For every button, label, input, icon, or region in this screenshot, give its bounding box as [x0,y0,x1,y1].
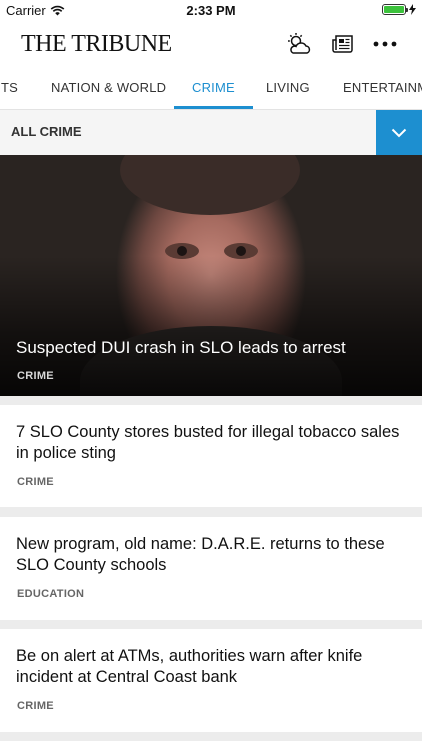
more-icon [373,41,397,47]
tab-crime[interactable]: CRIME [174,66,253,109]
chevron-down-icon [391,128,407,137]
hero-photo-hair [120,155,300,215]
status-right [382,4,416,15]
epaper-button[interactable] [328,30,358,58]
story-card[interactable]: Be on alert at ATMs, authorities warn af… [0,629,422,732]
subsection-dropdown-button[interactable] [376,110,422,155]
tab-nation-world[interactable]: NATION & WORLD [51,66,166,109]
status-bar: Carrier 2:33 PM [0,0,422,22]
subsection-label: ALL CRIME [11,124,82,139]
hero-gradient [0,256,422,396]
app-header: THE TRIBUNE [0,22,422,66]
story-headline[interactable]: 7 SLO County stores busted for illegal t… [16,422,408,464]
hero-headline[interactable]: Suspected DUI crash in SLO leads to arre… [16,338,406,358]
story-card[interactable]: 7 SLO County stores busted for illegal t… [0,405,422,507]
story-headline[interactable]: New program, old name: D.A.R.E. returns … [16,534,408,576]
story-category: CRIME [17,476,54,488]
weather-icon [288,33,311,54]
hero-category: CRIME [17,370,54,382]
tab-living[interactable]: LIVING [266,66,310,109]
battery-icon [382,4,408,15]
weather-button[interactable] [284,30,314,58]
story-card[interactable]: New program, old name: D.A.R.E. returns … [0,517,422,620]
story-category: EDUCATION [17,588,85,600]
status-time: 2:33 PM [186,3,236,18]
tab-sports[interactable]: TS [1,66,18,109]
newspaper-icon [332,35,353,53]
tab-entertainment[interactable]: ENTERTAINME [343,66,422,109]
subsection-bar[interactable]: ALL CRIME [0,110,422,155]
charging-icon [409,4,416,15]
tribune-logo[interactable]: THE TRIBUNE [21,31,172,58]
story-card-partial[interactable] [0,741,422,750]
section-tabs: TS NATION & WORLD CRIME LIVING ENTERTAIN… [0,66,422,110]
story-category: CRIME [17,700,54,712]
hero-story[interactable]: Suspected DUI crash in SLO leads to arre… [0,155,422,396]
more-button[interactable] [370,30,400,58]
story-headline[interactable]: Be on alert at ATMs, authorities warn af… [16,646,408,688]
